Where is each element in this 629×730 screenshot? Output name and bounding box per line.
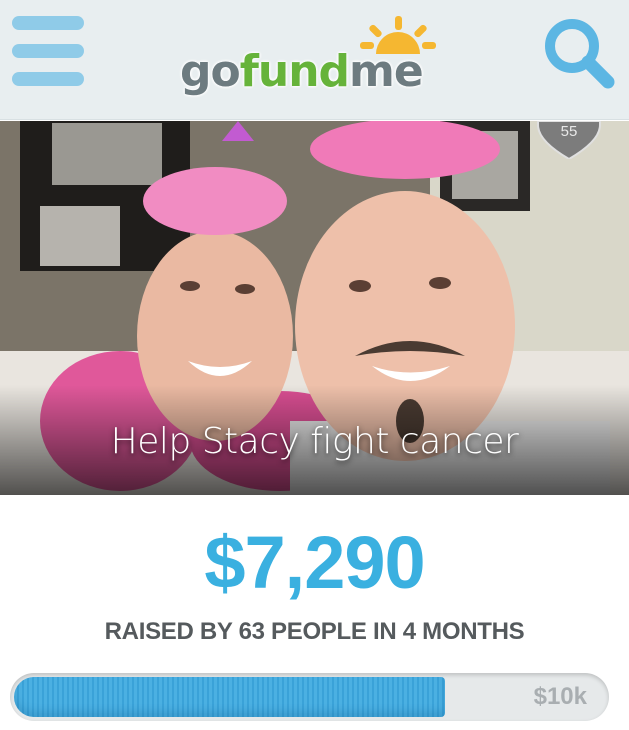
campaign-title: Help Stacy fight cancer (110, 421, 519, 462)
heart-count-badge[interactable]: 55 (536, 121, 602, 159)
goal-amount: $10k (533, 683, 587, 710)
logo-fund-text: fund (239, 46, 350, 97)
campaign-hero-image[interactable]: 55 Help Stacy fight cancer (0, 121, 629, 495)
funding-progress-bar: $10k (10, 673, 609, 721)
menu-bar-bottom (12, 72, 84, 86)
search-icon[interactable] (540, 14, 616, 90)
menu-bar-top (12, 16, 84, 30)
top-header: gofundme (0, 0, 629, 120)
heart-count-value: 55 (560, 123, 578, 140)
menu-bar-middle (12, 44, 84, 58)
amount-raised: $7,290 (204, 521, 425, 604)
logo-me-text: me (349, 46, 424, 97)
hamburger-menu-icon[interactable] (12, 16, 84, 88)
gofundme-logo[interactable]: gofundme (180, 14, 450, 104)
progress-fill (14, 677, 445, 717)
raised-summary: RAISED BY 63 PEOPLE IN 4 MONTHS (104, 618, 525, 645)
logo-go-text: go (180, 46, 241, 97)
logo-wordmark: gofundme (180, 50, 424, 94)
